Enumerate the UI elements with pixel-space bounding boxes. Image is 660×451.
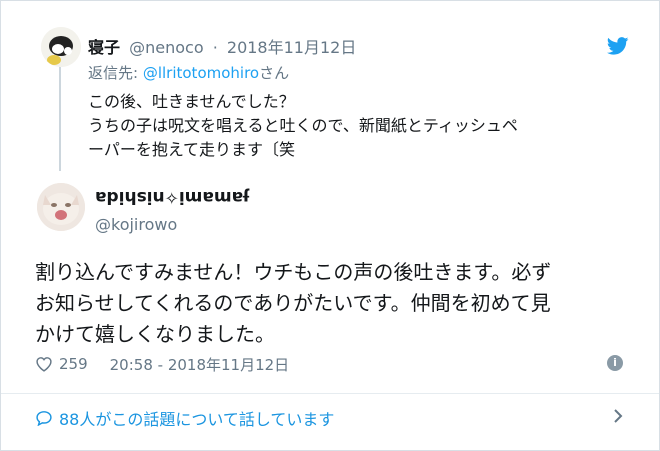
like-count[interactable]: 259 [59, 355, 88, 373]
thread-line [59, 67, 61, 171]
conversation-text[interactable]: 88人がこの話題について話しています [59, 406, 334, 430]
tweet-meta: 259 20:58 - 2018年11月12日 [35, 353, 289, 375]
divider [1, 393, 659, 394]
handle[interactable]: @nenoco [129, 38, 204, 57]
separator: · [212, 38, 218, 57]
display-name[interactable]: ɟamami✧nishida [95, 187, 249, 207]
tweet-embed-card: 寝子 @nenoco · 2018年11月12日 返信先: @llritotom… [0, 0, 660, 451]
twitter-bird-icon[interactable] [607, 37, 629, 55]
avatar[interactable] [41, 27, 81, 67]
replying-to: 返信先: @llritotomohiroさん [88, 62, 289, 83]
info-icon[interactable]: i [607, 355, 623, 371]
tweet-timestamp[interactable]: 20:58 - 2018年11月12日 [110, 354, 290, 375]
avatar[interactable] [37, 183, 85, 231]
replying-suffix: さん [259, 64, 290, 82]
replying-prefix: 返信先: [88, 64, 143, 82]
quoted-reply-tweet[interactable]: 寝子 @nenoco · 2018年11月12日 返信先: @llritotom… [1, 1, 659, 177]
display-name[interactable]: 寝子 [88, 38, 120, 57]
reply-header: 寝子 @nenoco · 2018年11月12日 [88, 34, 356, 58]
reply-text: この後、吐きませんでした？ うちの子は呪文を唱えると吐くので、新聞紙とティッシュ… [88, 92, 518, 159]
handle[interactable]: @kojirowo [95, 215, 177, 234]
conversation-link[interactable]: 88人がこの話題について話しています [35, 406, 334, 430]
chevron-right-icon[interactable] [613, 408, 623, 424]
comment-bubble-icon [36, 411, 52, 426]
replying-handle-link[interactable]: @llritotomohiro [143, 64, 259, 82]
tweet-date[interactable]: 2018年11月12日 [227, 38, 356, 57]
heart-icon[interactable] [35, 356, 53, 372]
tweet-text: 割り込んですみません！ウチもこの声の後吐きます。必ず お知らせしてくれるのであり… [35, 260, 552, 346]
